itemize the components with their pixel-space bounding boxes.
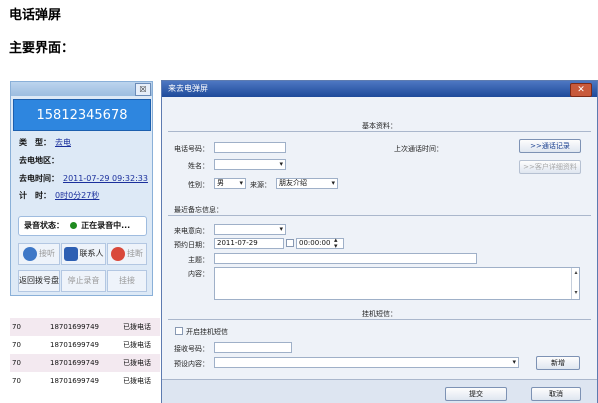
gender-select[interactable]: 男 — [214, 178, 246, 189]
intent-select[interactable] — [214, 224, 286, 235]
basic-info-divider — [168, 131, 591, 132]
source-select[interactable]: 朋友介绍 — [276, 178, 338, 189]
gender-label: 性别： — [188, 181, 209, 189]
phone-number-display: 15812345678 — [13, 99, 151, 131]
name-dropdown[interactable] — [214, 159, 286, 170]
recording-status-box: 录音状态： 正在录音中... — [18, 216, 147, 236]
contacts-icon — [63, 246, 78, 261]
row-id: 70 — [12, 323, 21, 331]
receiver-label: 接收号码： — [174, 345, 209, 353]
row-id: 70 — [12, 341, 21, 349]
call-type-label: 类 型： — [19, 138, 51, 147]
call-type-link[interactable]: 去电 — [55, 138, 71, 147]
appointment-time-checkbox[interactable] — [286, 239, 294, 247]
sms-divider — [168, 319, 591, 320]
phone-field-label: 电话号码： — [174, 145, 209, 153]
row-status: 已拨电话 — [123, 341, 151, 349]
panel-close-button[interactable]: ☒ — [135, 83, 151, 96]
hangup-icon — [111, 246, 125, 261]
enable-sms-label: 开启挂机短信 — [186, 328, 228, 336]
source-value: 朋友介绍 — [279, 179, 307, 187]
receiver-field[interactable] — [214, 342, 292, 353]
stop-recording-button[interactable]: 停止录音 — [61, 270, 106, 292]
row-status: 已拨电话 — [123, 377, 151, 385]
cancel-button[interactable]: 取消 — [531, 387, 581, 401]
appointment-date-field[interactable]: 2011-07-29 — [214, 238, 284, 249]
time-spinner-icon[interactable]: ▴ ▾ — [334, 237, 338, 250]
table-row[interactable]: 70 18701699749 已拨电话 — [10, 336, 160, 354]
call-time-label: 去电时间： — [19, 174, 59, 183]
call-time-row: 去电时间： 2011-07-29 09:32:33 — [19, 173, 148, 184]
recording-status-value: 正在录音中... — [81, 221, 131, 230]
call-duration-row: 计 时： 0时0分27秒 — [19, 190, 99, 201]
row-id: 70 — [12, 377, 21, 385]
call-area-row: 去电地区： — [19, 155, 59, 166]
contacts-button[interactable]: 联系人 — [61, 243, 106, 265]
contacts-button-label: 联系人 — [79, 249, 104, 258]
back-to-dialpad-button[interactable]: 返回拨号盘 — [18, 270, 60, 292]
row-number: 18701699749 — [50, 341, 99, 349]
phone-field[interactable] — [214, 142, 286, 153]
content-label: 内容： — [188, 270, 209, 278]
call-popup-panel: ☒ 15812345678 类 型： 去电 去电地区： 去电时间： 2011-07-… — [10, 81, 153, 296]
answer-button[interactable]: 接听 — [18, 243, 60, 265]
subject-label: 主题： — [188, 256, 209, 264]
dialog-title: 来去电弹屏 — [162, 81, 597, 97]
content-scrollbar[interactable]: ▴ ▾ — [571, 268, 580, 299]
call-duration-label: 计 时： — [19, 191, 51, 200]
call-area-label: 去电地区： — [19, 156, 59, 165]
answer-icon — [23, 246, 37, 261]
appointment-time-value: 00:00:00 — [299, 239, 331, 247]
row-number: 18701699749 — [50, 323, 99, 331]
memo-divider — [168, 215, 591, 216]
content-textarea[interactable] — [214, 267, 580, 300]
call-type-row: 类 型： 去电 — [19, 137, 71, 148]
recording-dot-icon — [69, 222, 77, 229]
row-status: 已拨电话 — [123, 359, 151, 367]
connect-button[interactable]: 挂接 — [107, 270, 147, 292]
subject-field[interactable] — [214, 253, 477, 264]
hangup-button[interactable]: 挂断 — [107, 243, 147, 265]
recording-status-label: 录音状态： — [24, 221, 64, 230]
row-number: 18701699749 — [50, 377, 99, 385]
table-row[interactable]: 70 18701699749 已拨电话 — [10, 372, 160, 390]
row-number: 18701699749 — [50, 359, 99, 367]
preset-label: 预设内容： — [174, 360, 209, 368]
last-call-time-label: 上次通话时间： — [394, 145, 443, 153]
table-row[interactable]: 70 18701699749 已拨电话 — [10, 318, 160, 336]
table-row[interactable]: 70 18701699749 已拨电话 — [10, 354, 160, 372]
row-status: 已拨电话 — [123, 323, 151, 331]
preset-select[interactable] — [214, 357, 519, 368]
call-log-button[interactable]: >>通话记录 — [519, 139, 581, 153]
name-field-label: 姓名： — [188, 162, 209, 170]
gender-value: 男 — [217, 179, 224, 187]
customer-detail-button[interactable]: >>客户详细资料 — [519, 160, 581, 174]
sms-section-title: 挂机短信： — [362, 310, 397, 318]
call-popup-dialog: 来去电弹屏 ✕ 基本资料： 电话号码： 上次通话时间： >>通话记录 >>客户详… — [161, 80, 598, 403]
add-button[interactable]: 新增 — [536, 356, 580, 370]
enable-sms-checkbox[interactable] — [175, 327, 183, 335]
basic-info-section-title: 基本资料： — [362, 122, 397, 130]
call-time-value[interactable]: 2011-07-29 09:32:33 — [63, 174, 148, 183]
hangup-button-label: 挂断 — [127, 249, 143, 258]
dialog-close-button[interactable]: ✕ — [570, 83, 592, 97]
answer-button-label: 接听 — [39, 249, 55, 258]
panel-titlebar — [11, 82, 152, 96]
appointment-date-value: 2011-07-29 — [217, 239, 258, 247]
doc-heading-subtitle: 主要界面： — [9, 41, 75, 56]
intent-label: 来电意向： — [174, 227, 209, 235]
doc-heading-title: 电话弹屏 — [9, 8, 62, 23]
submit-button[interactable]: 提交 — [445, 387, 507, 401]
memo-section-title: 最近备忘信息： — [174, 206, 223, 214]
call-duration-value[interactable]: 0时0分27秒 — [55, 191, 99, 200]
appointment-label: 预约日期： — [174, 241, 209, 249]
row-id: 70 — [12, 359, 21, 367]
source-label: 来源： — [250, 181, 271, 189]
